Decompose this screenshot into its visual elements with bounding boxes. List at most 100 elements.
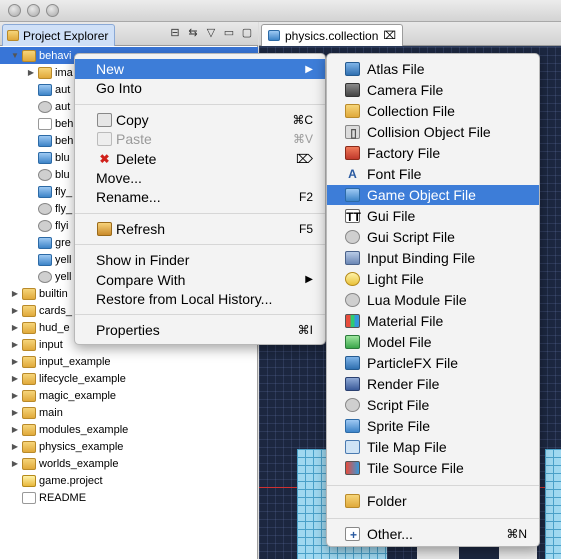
chevron-right-icon[interactable]: ▶	[10, 408, 20, 417]
sprite-icon	[345, 419, 360, 433]
submenu-item-render-file[interactable]: Render File	[327, 374, 539, 394]
menu-item-delete[interactable]: ✖ Delete ⌦	[75, 149, 325, 169]
minimize-window-button[interactable]	[27, 4, 40, 17]
tree-item[interactable]: README	[0, 489, 258, 506]
submenu-item-input-binding-file[interactable]: Input Binding File	[327, 248, 539, 268]
submenu-item-sprite-file[interactable]: Sprite File	[327, 416, 539, 436]
submenu-item-tile-source-file[interactable]: Tile Source File	[327, 458, 539, 478]
chevron-right-icon[interactable]: ▶	[10, 289, 20, 298]
menu-item-label: Other...	[367, 526, 413, 542]
menu-item-label: Move...	[96, 170, 142, 186]
maximize-view-icon[interactable]: ▢	[240, 26, 254, 40]
menu-separator	[327, 485, 539, 486]
submenu-item-collection-file[interactable]: Collection File	[327, 101, 539, 121]
close-tab-icon[interactable]: ⌧	[383, 29, 396, 42]
menu-item-refresh[interactable]: Refresh F5	[75, 219, 325, 239]
gear-icon	[345, 230, 360, 244]
chevron-right-icon[interactable]: ▶	[10, 374, 20, 383]
submenu-item-script-file[interactable]: Script File	[327, 395, 539, 415]
menu-separator	[327, 518, 539, 519]
menu-separator	[75, 314, 325, 316]
submenu-item-tile-map-file[interactable]: Tile Map File	[327, 437, 539, 457]
submenu-item-gui-file[interactable]: TT Gui File	[327, 206, 539, 226]
tree-item-label: fly_	[55, 202, 73, 215]
menu-item-label: Collision Object File	[367, 124, 491, 140]
tree-item[interactable]: ▶ modules_example	[0, 421, 258, 438]
folder-icon	[22, 423, 36, 436]
folder-icon	[22, 338, 36, 351]
close-window-button[interactable]	[8, 4, 21, 17]
tree-item[interactable]: game.project	[0, 472, 258, 489]
submenu-item-lua-module-file[interactable]: Lua Module File	[327, 290, 539, 310]
menu-item-compare-with[interactable]: Compare With ▶	[75, 270, 325, 290]
chevron-right-icon[interactable]: ▶	[10, 442, 20, 451]
menu-item-label: Script File	[367, 397, 430, 413]
menu-item-move[interactable]: Move...	[75, 168, 325, 188]
tree-item[interactable]: ▶ input_example	[0, 353, 258, 370]
menu-item-label: Font File	[367, 166, 422, 182]
menu-item-restore-from-local-history[interactable]: Restore from Local History...	[75, 289, 325, 309]
menu-item-rename[interactable]: Rename... F2	[75, 187, 325, 207]
submenu-item-light-file[interactable]: Light File	[327, 269, 539, 289]
menu-item-label: Light File	[367, 271, 424, 287]
tree-item[interactable]: ▶ main	[0, 404, 258, 421]
submenu-item-other[interactable]: + Other... ⌘N	[327, 524, 539, 544]
menu-item-label: Render File	[367, 376, 440, 392]
new-submenu: Atlas File Camera File Collection File ▯ Col…	[326, 53, 540, 547]
chevron-right-icon[interactable]: ▶	[10, 340, 20, 349]
folder-icon	[22, 389, 36, 402]
submenu-item-camera-file[interactable]: Camera File	[327, 80, 539, 100]
view-menu-icon[interactable]: ▽	[204, 26, 218, 40]
link-editor-icon[interactable]: ⇆	[186, 26, 200, 40]
submenu-item-atlas-file[interactable]: Atlas File	[327, 59, 539, 79]
chevron-right-icon[interactable]: ▶	[10, 425, 20, 434]
chevron-right-icon[interactable]: ▶	[10, 306, 20, 315]
submenu-item-game-object-file[interactable]: Game Object File	[327, 185, 539, 205]
menu-item-show-in-finder[interactable]: Show in Finder	[75, 250, 325, 270]
menu-item-go-into[interactable]: Go Into	[75, 78, 325, 98]
submenu-item-particlefx-file[interactable]: ParticleFX File	[327, 353, 539, 373]
submenu-item-collision-object-file[interactable]: ▯ Collision Object File	[327, 122, 539, 142]
submenu-item-folder[interactable]: Folder	[327, 491, 539, 511]
submenu-item-material-file[interactable]: Material File	[327, 311, 539, 331]
menu-item-label: Show in Finder	[96, 252, 190, 269]
menu-item-label: Sprite File	[367, 418, 431, 434]
chevron-right-icon[interactable]: ▶	[10, 391, 20, 400]
tree-item[interactable]: ▶ magic_example	[0, 387, 258, 404]
chevron-down-icon[interactable]: ▼	[10, 51, 20, 60]
menu-item-label: Tile Source File	[367, 460, 464, 476]
chevron-right-icon[interactable]: ▶	[26, 68, 36, 77]
model-icon	[345, 335, 360, 349]
submenu-item-model-file[interactable]: Model File	[327, 332, 539, 352]
chevron-right-icon[interactable]: ▶	[10, 459, 20, 468]
menu-item-label: Folder	[367, 493, 407, 509]
chevron-right-icon[interactable]: ▶	[10, 357, 20, 366]
menu-item-label: ParticleFX File	[367, 355, 459, 371]
menu-item-new[interactable]: New ▶	[75, 59, 325, 79]
chevron-right-icon[interactable]: ▶	[10, 323, 20, 332]
menu-item-copy[interactable]: Copy ⌘C	[75, 110, 325, 130]
zoom-window-button[interactable]	[46, 4, 59, 17]
submenu-item-factory-file[interactable]: Factory File	[327, 143, 539, 163]
menu-shortcut: ⌘N	[506, 527, 527, 541]
tree-item[interactable]: ▶ physics_example	[0, 438, 258, 455]
menu-separator	[75, 212, 325, 214]
minimize-view-icon[interactable]: ▭	[222, 26, 236, 40]
collapse-all-icon[interactable]: ⊟	[168, 26, 182, 40]
menu-shortcut: ⌘C	[292, 112, 313, 127]
tree-item-label: README	[39, 491, 87, 504]
menu-item-label: Delete	[116, 150, 157, 167]
menu-item-label: Go Into	[96, 80, 142, 97]
menu-item-properties[interactable]: Properties ⌘I	[75, 320, 325, 340]
tree-item-label: magic_example	[39, 389, 117, 402]
submenu-item-gui-script-file[interactable]: Gui Script File	[327, 227, 539, 247]
editor-tab-label: physics.collection	[285, 28, 379, 43]
tree-item[interactable]: ▶ lifecycle_example	[0, 370, 258, 387]
doc-icon	[22, 491, 36, 504]
tree-item[interactable]: ▶ worlds_example	[0, 455, 258, 472]
tree-item-label: blu	[55, 168, 70, 181]
submenu-item-font-file[interactable]: A Font File	[327, 164, 539, 184]
tab-project-explorer[interactable]: Project Explorer	[2, 24, 116, 46]
tab-physics-collection[interactable]: physics.collection ⌧	[261, 24, 404, 46]
tree-item-label: aut	[55, 100, 71, 113]
